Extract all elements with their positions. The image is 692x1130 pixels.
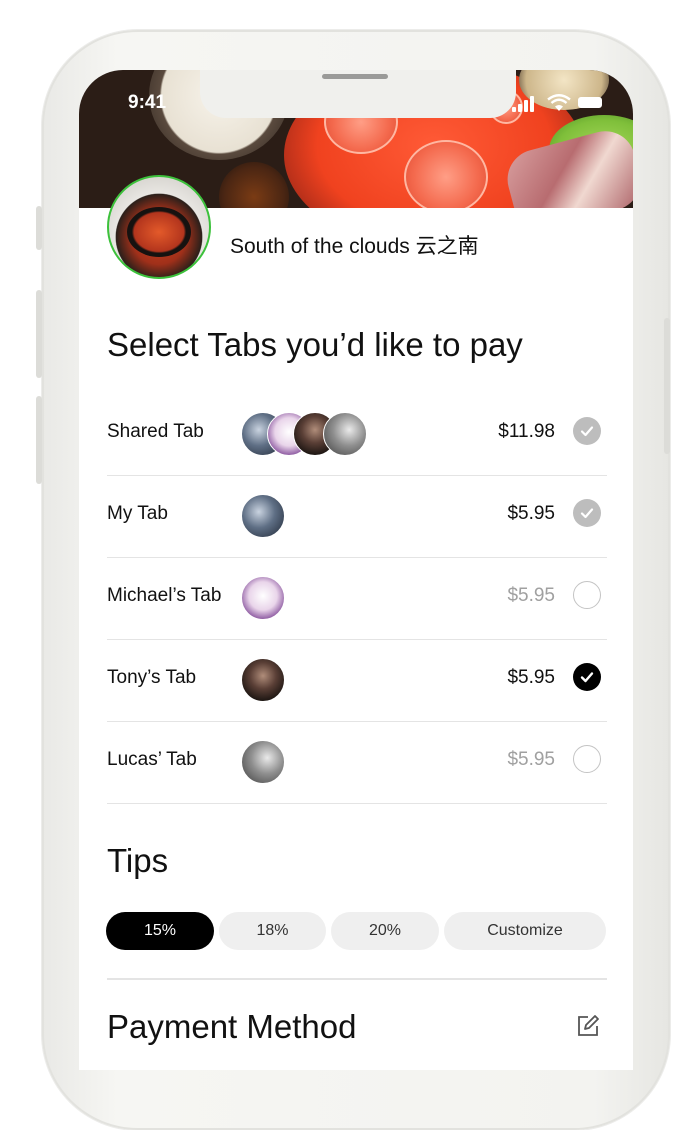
avatar xyxy=(241,658,285,702)
restaurant-avatar xyxy=(107,175,211,279)
tab-label: Lucas’ Tab xyxy=(107,749,197,770)
tab-row-shared[interactable]: Shared Tab $11.98 xyxy=(107,394,607,476)
status-time: 9:41 xyxy=(128,92,167,113)
battery-icon xyxy=(578,97,602,108)
payment-method-title: Payment Method xyxy=(107,1008,357,1045)
check-icon[interactable] xyxy=(573,663,601,691)
avatar xyxy=(241,576,285,620)
tip-option-20[interactable]: 20% xyxy=(331,912,439,950)
phone-power-button xyxy=(664,318,670,454)
avatar xyxy=(241,740,285,784)
tab-label: Michael’s Tab xyxy=(107,585,222,606)
speaker-grille xyxy=(322,74,388,79)
tab-amount: $5.95 xyxy=(507,585,555,606)
edit-icon[interactable] xyxy=(574,1012,602,1040)
tab-row-michael[interactable]: Michael’s Tab $5.95 xyxy=(107,558,607,640)
tab-amount: $5.95 xyxy=(507,503,555,524)
phone-silent-switch xyxy=(36,206,42,250)
tab-amount: $5.95 xyxy=(507,749,555,770)
check-icon[interactable] xyxy=(573,499,601,527)
wifi-icon xyxy=(547,94,571,111)
avatar xyxy=(323,412,367,456)
check-icon[interactable] xyxy=(573,417,601,445)
tab-label: My Tab xyxy=(107,503,168,524)
tip-option-18[interactable]: 18% xyxy=(219,912,326,950)
tab-row-my[interactable]: My Tab $5.95 xyxy=(107,476,607,558)
tab-row-tony[interactable]: Tony’s Tab $5.95 xyxy=(107,640,607,722)
phone-volume-down xyxy=(36,396,42,484)
status-icons xyxy=(512,94,602,112)
tip-option-customize[interactable]: Customize xyxy=(444,912,606,950)
tab-label: Tony’s Tab xyxy=(107,667,197,688)
tab-amount: $5.95 xyxy=(507,667,555,688)
check-icon[interactable] xyxy=(573,745,601,773)
divider xyxy=(107,978,607,980)
phone-volume-up xyxy=(36,290,42,378)
tab-label: Shared Tab xyxy=(107,421,204,442)
tabs-section-title: Select Tabs you’d like to pay xyxy=(107,326,523,363)
tip-option-15[interactable]: 15% xyxy=(106,912,214,950)
tab-amount: $11.98 xyxy=(498,421,555,442)
tab-row-lucas[interactable]: Lucas’ Tab $5.95 xyxy=(107,722,607,804)
avatar xyxy=(241,494,285,538)
restaurant-name: South of the clouds 云之南 xyxy=(230,235,479,258)
tips-title: Tips xyxy=(107,842,169,879)
check-icon[interactable] xyxy=(573,581,601,609)
